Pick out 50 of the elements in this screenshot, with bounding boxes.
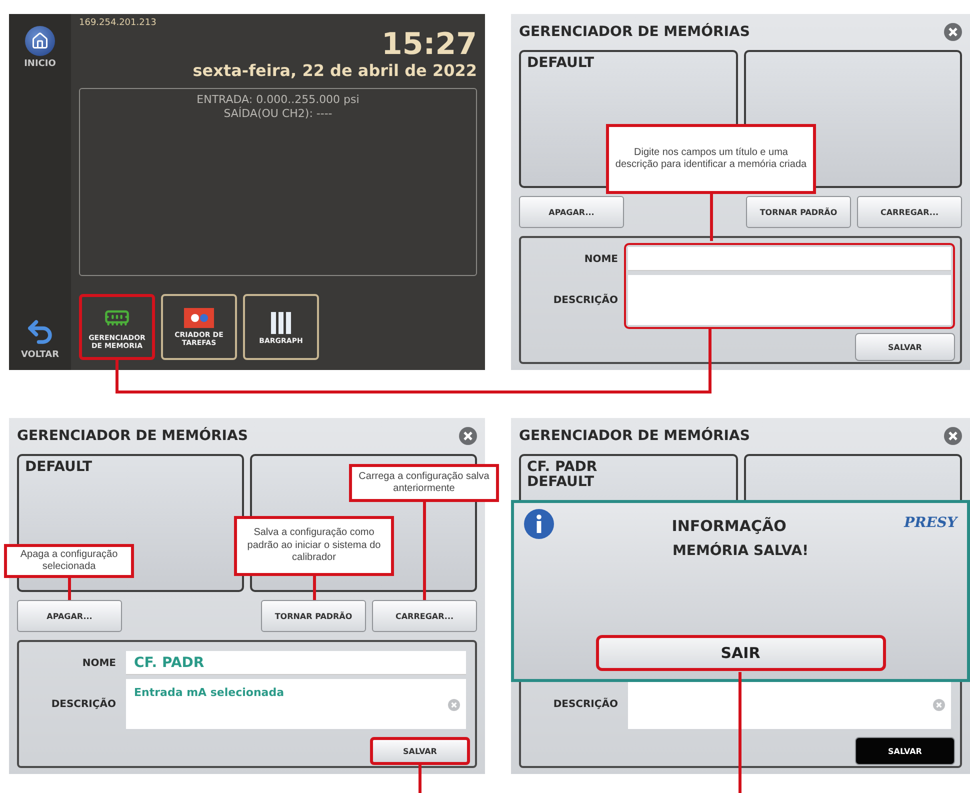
memory-entry: DEFAULT <box>527 56 594 71</box>
ip-address: 169.254.201.213 <box>79 18 156 28</box>
close-icon[interactable] <box>944 23 962 41</box>
annotation-tooltip: Digite nos campos um título e uma descrição para identificar a memória criada <box>606 124 816 194</box>
set-default-button[interactable]: TORNAR PADRÃO <box>746 196 851 228</box>
name-label: NOME <box>82 658 116 668</box>
description-label: DESCRIÇÃO <box>51 698 116 710</box>
description-label: DESCRIÇÃO <box>553 294 618 306</box>
status-line: SAÍDA(OU CH2): ---- <box>224 107 332 122</box>
delete-button[interactable]: APAGAR... <box>17 600 122 632</box>
home-icon <box>25 26 55 56</box>
dialog-title: INFORMAÇÃO <box>672 517 786 535</box>
save-button[interactable]: SALVAR <box>855 737 955 765</box>
leader-line <box>710 194 712 241</box>
close-icon[interactable] <box>459 427 477 445</box>
clock-time: 15:27 <box>382 28 477 61</box>
description-field[interactable] <box>628 275 951 325</box>
back-button[interactable]: VOLTAR <box>20 317 60 360</box>
dialog-message: MEMÓRIA SALVA! <box>672 543 809 559</box>
exit-button[interactable]: SAIR <box>596 635 886 671</box>
leader-line <box>312 576 316 600</box>
save-button[interactable]: SALVAR <box>370 737 470 765</box>
save-button[interactable]: SALVAR <box>855 333 955 361</box>
description-label: DESCRIÇÃO <box>553 698 618 710</box>
connector-line <box>418 763 422 793</box>
status-line: ENTRADA: 0.000..255.000 psi <box>196 93 360 106</box>
delete-button[interactable]: APAGAR... <box>519 196 624 228</box>
leader-line <box>68 578 70 600</box>
brand-logo: PRESY <box>904 515 957 531</box>
set-default-button[interactable]: TORNAR PADRÃO <box>261 600 366 632</box>
info-icon <box>524 509 554 539</box>
load-button[interactable]: CARREGAR... <box>857 196 962 228</box>
memory-entry: CF. PADR <box>527 460 598 475</box>
task-icon <box>184 308 214 328</box>
screen-title: GERENCIADOR DE MEMÓRIAS <box>17 428 248 444</box>
load-button[interactable]: CARREGAR... <box>372 600 477 632</box>
home-button[interactable]: INICIO <box>24 26 56 69</box>
screen-title: GERENCIADOR DE MEMÓRIAS <box>519 24 750 40</box>
memory-entry: DEFAULT <box>527 474 594 490</box>
annotation-tooltip: Apaga a configuração selecionada <box>4 544 134 578</box>
screen-title: GERENCIADOR DE MEMÓRIAS <box>519 428 750 444</box>
date-text: sexta-feira, 22 de abril de 2022 <box>192 61 477 80</box>
annotation-tooltip: Carrega a configuração salva anteriormente <box>349 464 499 502</box>
memory-entry: DEFAULT <box>25 460 92 475</box>
name-field[interactable] <box>628 247 951 271</box>
annotation-tooltip: Salva a configuração como padrão ao iniciar o sistema do calibrador <box>234 516 394 576</box>
bar-graph-icon <box>270 310 292 334</box>
close-icon[interactable] <box>944 427 962 445</box>
description-field[interactable] <box>628 679 951 729</box>
name-label: NOME <box>584 254 618 264</box>
